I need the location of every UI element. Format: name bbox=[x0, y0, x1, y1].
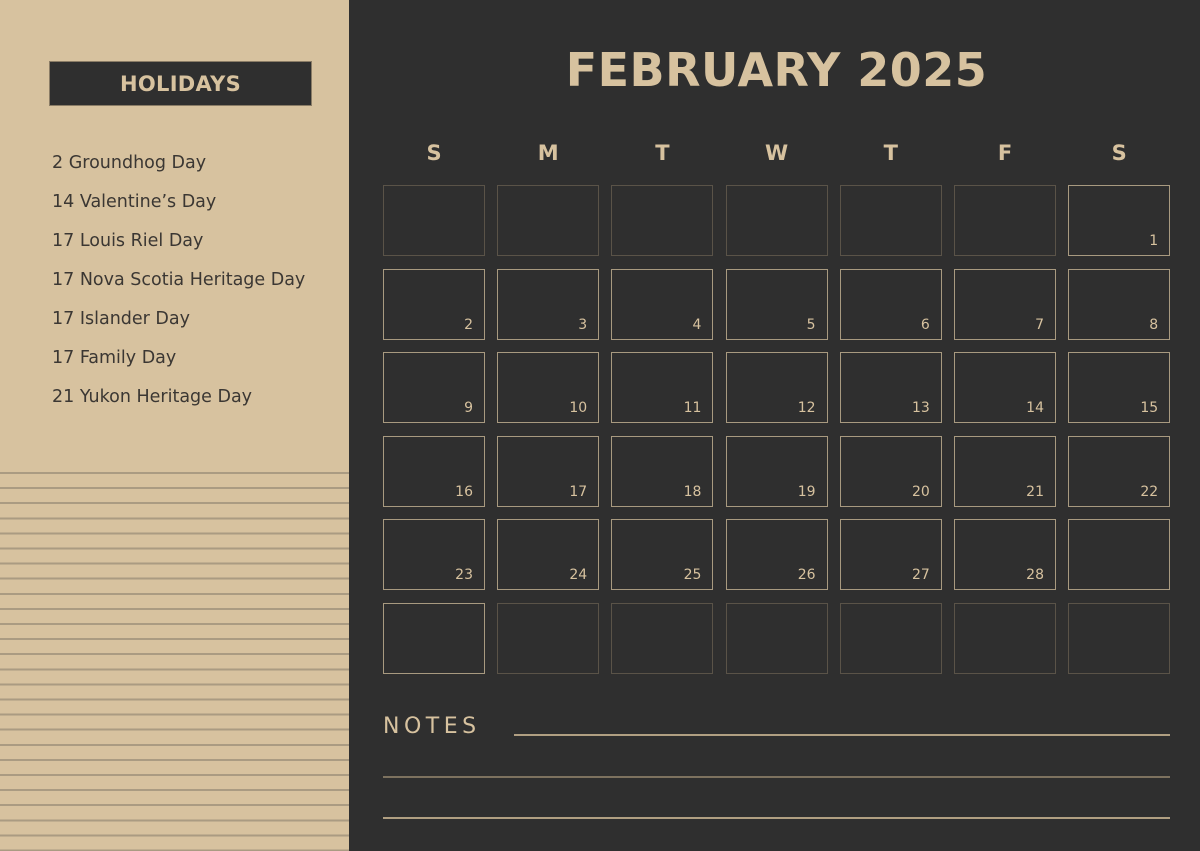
day-cell[interactable]: 24 bbox=[497, 519, 600, 590]
day-number: 2 bbox=[464, 316, 473, 333]
empty-day-cell[interactable] bbox=[1068, 519, 1171, 590]
day-number: 21 bbox=[1026, 483, 1044, 500]
day-cell[interactable]: 3 bbox=[497, 268, 600, 340]
day-number: 13 bbox=[911, 400, 930, 416]
day-number: 26 bbox=[797, 567, 816, 583]
day-number: 11 bbox=[683, 400, 702, 416]
empty-day-cell[interactable] bbox=[383, 185, 485, 256]
day-cell[interactable]: 23 bbox=[383, 519, 485, 590]
weekday-label: S bbox=[1111, 141, 1127, 165]
weekday-label: F bbox=[997, 141, 1013, 165]
weekday-label: M bbox=[537, 141, 559, 165]
day-cell[interactable]: 10 bbox=[497, 352, 600, 423]
day-cell[interactable]: 26 bbox=[725, 519, 828, 590]
day-cell[interactable]: 5 bbox=[725, 268, 828, 340]
day-number: 8 bbox=[1149, 316, 1159, 333]
day-number: 12 bbox=[797, 400, 816, 416]
day-cell[interactable]: 1 bbox=[1068, 185, 1171, 256]
day-cell[interactable]: 19 bbox=[725, 435, 828, 507]
day-cell[interactable]: 9 bbox=[383, 352, 485, 423]
holiday-item: 14 Valentine’s Day bbox=[52, 192, 217, 212]
holiday-item: 2 Groundhog Day bbox=[52, 153, 207, 173]
day-cell[interactable]: 27 bbox=[839, 519, 942, 590]
empty-day-cell[interactable] bbox=[725, 185, 828, 256]
day-number: 27 bbox=[911, 567, 930, 583]
holidays-header: HOLIDAYS bbox=[49, 61, 312, 106]
holiday-item: 17 Islander Day bbox=[52, 309, 190, 329]
day-cell[interactable]: 2 bbox=[383, 268, 485, 340]
empty-day-cell[interactable] bbox=[1068, 602, 1171, 674]
day-cell[interactable]: 22 bbox=[1068, 435, 1171, 507]
day-number: 23 bbox=[455, 567, 473, 583]
empty-day-cell[interactable] bbox=[725, 602, 828, 674]
day-cell[interactable]: 13 bbox=[839, 352, 942, 423]
day-number: 9 bbox=[464, 400, 473, 416]
holiday-item: 21 Yukon Heritage Day bbox=[52, 387, 253, 407]
ruled-writing-area bbox=[0, 472, 349, 851]
weekday-label: W bbox=[765, 141, 789, 165]
day-cell[interactable]: 17 bbox=[497, 435, 600, 507]
day-number: 10 bbox=[569, 400, 588, 416]
day-number: 15 bbox=[1140, 400, 1159, 416]
day-number: 17 bbox=[569, 483, 588, 500]
day-cell[interactable]: 6 bbox=[839, 268, 942, 340]
day-number: 19 bbox=[797, 483, 816, 500]
holiday-item: 17 Family Day bbox=[52, 348, 177, 368]
month-title: FEBRUARY 2025 bbox=[565, 43, 988, 97]
empty-day-cell[interactable] bbox=[954, 185, 1056, 256]
holiday-list: 2 Groundhog Day 14 Valentine’s Day 17 Lo… bbox=[52, 150, 305, 423]
day-number: 25 bbox=[683, 567, 702, 583]
day-cell[interactable]: 7 bbox=[954, 268, 1056, 340]
day-cell[interactable]: 28 bbox=[954, 519, 1056, 590]
day-cell[interactable]: 25 bbox=[611, 519, 714, 590]
day-number: 14 bbox=[1026, 400, 1044, 416]
day-number: 1 bbox=[1149, 233, 1159, 249]
day-number: 3 bbox=[578, 316, 588, 333]
day-number: 24 bbox=[569, 567, 588, 583]
empty-day-cell[interactable] bbox=[497, 602, 600, 674]
day-cell[interactable]: 21 bbox=[954, 435, 1056, 507]
day-cell[interactable]: 16 bbox=[383, 435, 485, 507]
day-number: 6 bbox=[920, 316, 930, 333]
notes-line[interactable] bbox=[383, 817, 1170, 819]
day-cell[interactable]: 18 bbox=[611, 435, 714, 507]
empty-day-cell[interactable] bbox=[497, 185, 600, 256]
day-cell[interactable]: 15 bbox=[1068, 352, 1171, 423]
empty-day-cell[interactable] bbox=[611, 602, 714, 674]
notes-line[interactable] bbox=[514, 734, 1170, 736]
day-number: 7 bbox=[1035, 316, 1044, 333]
day-cell[interactable]: 12 bbox=[725, 352, 828, 423]
holiday-item: 17 Louis Riel Day bbox=[52, 231, 204, 251]
empty-day-cell[interactable] bbox=[839, 602, 942, 674]
day-number: 22 bbox=[1140, 483, 1159, 500]
empty-day-cell[interactable] bbox=[954, 602, 1056, 674]
weekday-label: T bbox=[883, 141, 898, 165]
day-cell[interactable]: 14 bbox=[954, 352, 1056, 423]
day-cell[interactable]: 20 bbox=[839, 435, 942, 507]
weekday-label: T bbox=[655, 141, 670, 165]
day-cell[interactable]: 4 bbox=[611, 268, 714, 340]
day-number: 28 bbox=[1026, 567, 1044, 583]
empty-day-cell[interactable] bbox=[383, 602, 485, 674]
notes-line[interactable] bbox=[383, 776, 1170, 778]
holiday-item: 17 Nova Scotia Heritage Day bbox=[52, 270, 306, 290]
empty-day-cell[interactable] bbox=[839, 185, 942, 256]
notes-label: NOTES bbox=[383, 714, 481, 739]
day-cell[interactable]: 11 bbox=[611, 352, 714, 423]
day-number: 18 bbox=[683, 483, 702, 500]
day-number: 4 bbox=[692, 316, 702, 333]
holidays-title: HOLIDAYS bbox=[119, 71, 242, 96]
day-number: 16 bbox=[455, 483, 473, 500]
empty-day-cell[interactable] bbox=[611, 185, 714, 256]
day-cell[interactable]: 8 bbox=[1068, 268, 1171, 340]
day-number: 20 bbox=[911, 483, 930, 500]
day-number: 5 bbox=[806, 316, 816, 333]
weekday-label: S bbox=[426, 141, 442, 165]
